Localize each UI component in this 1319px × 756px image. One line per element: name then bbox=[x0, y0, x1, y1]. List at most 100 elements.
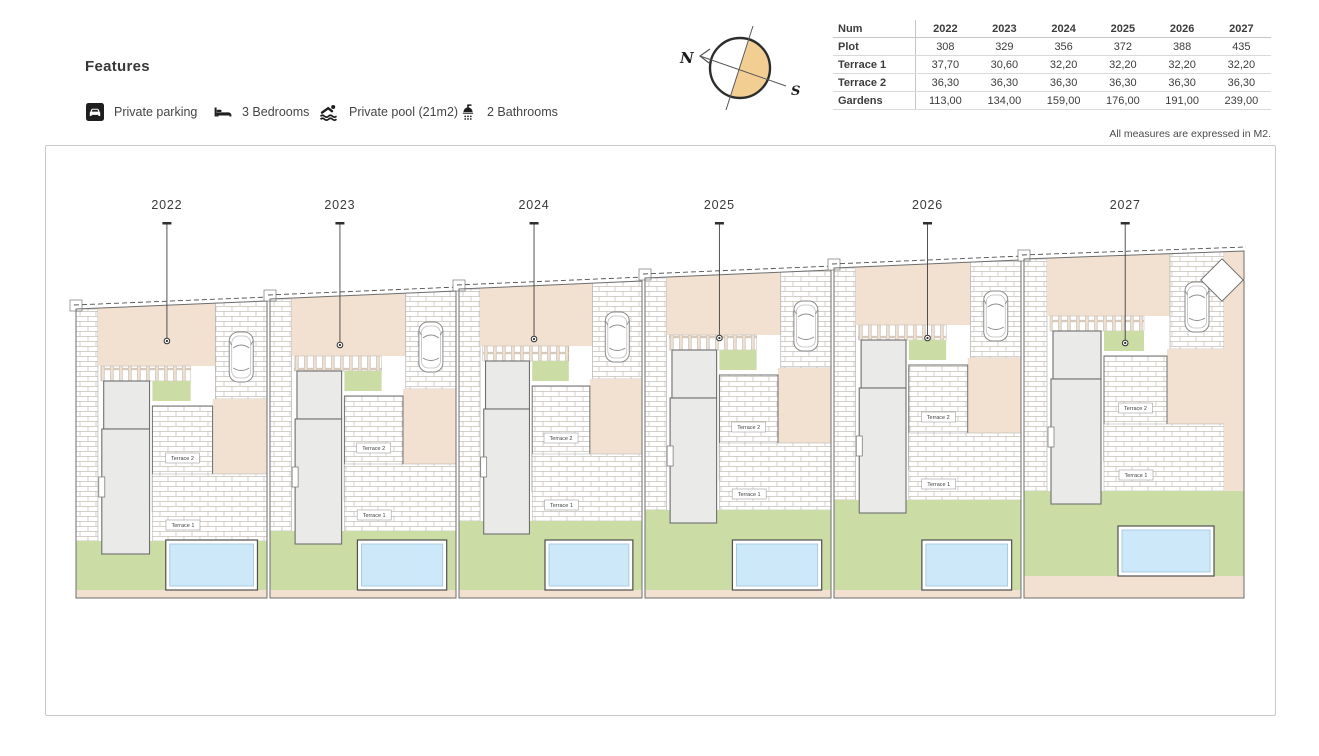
row-label-cell: Terrace 1 bbox=[833, 56, 916, 74]
plot-number-label: 2022 bbox=[151, 198, 182, 212]
plot: Terrace 2 Terrace 1 bbox=[639, 266, 833, 598]
compass-south-label: S bbox=[791, 84, 800, 99]
garden-strip bbox=[532, 361, 569, 381]
shower-icon bbox=[458, 102, 478, 122]
value-cell: 36,30 bbox=[1212, 74, 1271, 92]
plots-layer: Terrace 2 Terrace 1 Terrace 2 Terrace 1 Terr… bbox=[70, 247, 1246, 598]
terrace-1-label: Terrace 1 bbox=[171, 523, 194, 529]
feature-label: Private parking bbox=[114, 105, 197, 119]
value-cell: 32,20 bbox=[1093, 56, 1152, 74]
plot-number-label: 2027 bbox=[1110, 198, 1141, 212]
table-row: Num202220232024202520262027 bbox=[833, 20, 1271, 38]
value-cell: 388 bbox=[1153, 38, 1212, 56]
garden-strip bbox=[719, 350, 756, 370]
villa-footprint bbox=[486, 361, 530, 409]
villa-footprint bbox=[297, 371, 342, 419]
value-cell: 2022 bbox=[916, 20, 975, 38]
car-icon bbox=[419, 322, 443, 372]
value-cell: 159,00 bbox=[1034, 92, 1093, 110]
villa-footprint bbox=[859, 388, 906, 513]
value-cell: 2024 bbox=[1034, 20, 1093, 38]
pergola-slats bbox=[294, 356, 381, 371]
driveway bbox=[1047, 254, 1170, 316]
villa-footprint bbox=[102, 429, 150, 554]
feature-label: Private pool (21m2) bbox=[349, 105, 458, 119]
value-cell: 37,70 bbox=[916, 56, 975, 74]
terrace-2-label: Terrace 2 bbox=[737, 425, 760, 431]
driveway bbox=[856, 262, 971, 325]
terrace-1-label: Terrace 1 bbox=[738, 492, 761, 498]
value-cell: 36,30 bbox=[1034, 74, 1093, 92]
side-wall bbox=[645, 278, 666, 510]
feature-private-parking: Private parking bbox=[85, 102, 197, 122]
feature-bathrooms: 2 Bathrooms bbox=[458, 102, 558, 122]
villa-footprint bbox=[484, 409, 530, 534]
pergola-slats bbox=[483, 346, 569, 361]
compass: N S bbox=[655, 14, 815, 127]
villa-footprint bbox=[1053, 331, 1101, 379]
value-cell: 32,20 bbox=[1034, 56, 1093, 74]
features-title: Features bbox=[85, 58, 150, 75]
row-label-cell: Num bbox=[833, 20, 916, 38]
pergola-slats bbox=[669, 335, 756, 350]
value-cell: 2025 bbox=[1093, 20, 1152, 38]
plot: Terrace 2 Terrace 1 bbox=[1018, 247, 1246, 598]
table-row: Terrace 236,3036,3036,3036,3036,3036,30 bbox=[833, 74, 1271, 92]
villa-footprint bbox=[672, 350, 717, 398]
value-cell: 32,20 bbox=[1212, 56, 1271, 74]
villa-footprint bbox=[861, 340, 906, 388]
car-icon bbox=[1185, 282, 1209, 332]
pool bbox=[170, 544, 254, 586]
row-label-cell: Gardens bbox=[833, 92, 916, 110]
villa-footprint bbox=[1051, 379, 1101, 504]
value-cell: 134,00 bbox=[975, 92, 1034, 110]
value-cell: 36,30 bbox=[1153, 74, 1212, 92]
plot-number-label: 2026 bbox=[912, 198, 943, 212]
plot: Terrace 2Terrace 1 bbox=[264, 287, 458, 598]
terrace-2-label: Terrace 2 bbox=[1124, 406, 1147, 412]
plot-number-label: 2024 bbox=[519, 198, 550, 212]
terrace-1-label: Terrace 1 bbox=[363, 513, 386, 519]
value-cell: 36,30 bbox=[1093, 74, 1152, 92]
value-cell: 176,00 bbox=[1093, 92, 1152, 110]
site-plan-panel: Terrace 2 Terrace 1 Terrace 2 Terrace 1 Terr… bbox=[45, 145, 1276, 716]
measures-table: Num202220232024202520262027Plot308329356… bbox=[833, 20, 1271, 110]
driveway bbox=[291, 293, 405, 356]
side-wall bbox=[459, 289, 480, 521]
terrace-1-area bbox=[719, 443, 831, 510]
car-icon bbox=[605, 312, 629, 362]
terrace-1-label: Terrace 1 bbox=[1125, 473, 1148, 479]
pergola-slats bbox=[858, 325, 946, 340]
plot: Terrace 2Terrace 1 bbox=[453, 277, 644, 598]
villa-footprint bbox=[104, 381, 150, 429]
plot-number-label: 2025 bbox=[704, 198, 735, 212]
side-wall bbox=[834, 268, 856, 500]
value-cell: 30,60 bbox=[975, 56, 1034, 74]
value-cell: 308 bbox=[916, 38, 975, 56]
table-row: Terrace 137,7030,6032,2032,2032,2032,20 bbox=[833, 56, 1271, 74]
value-cell: 32,20 bbox=[1153, 56, 1212, 74]
value-cell: 435 bbox=[1212, 38, 1271, 56]
garden-strip bbox=[344, 371, 381, 391]
plot-number-label: 2023 bbox=[324, 198, 355, 212]
terrace-2-label: Terrace 2 bbox=[171, 456, 194, 462]
value-cell: 191,00 bbox=[1153, 92, 1212, 110]
row-label-cell: Plot bbox=[833, 38, 916, 56]
parking-icon bbox=[85, 102, 105, 122]
car-icon bbox=[984, 291, 1008, 341]
car-icon bbox=[229, 332, 253, 382]
value-cell: 36,30 bbox=[975, 74, 1034, 92]
terrace-1-area bbox=[152, 474, 267, 541]
plot: Terrace 2Terrace 1 bbox=[828, 256, 1023, 598]
value-cell: 2027 bbox=[1212, 20, 1271, 38]
side-wall bbox=[76, 309, 98, 541]
pergola-slats bbox=[101, 366, 191, 381]
measures-note: All measures are expressed in M2. bbox=[833, 128, 1271, 140]
feature-pool: Private pool (21m2) bbox=[318, 102, 458, 122]
terrace-1-area bbox=[344, 464, 456, 531]
feature-label: 2 Bathrooms bbox=[487, 105, 558, 119]
value-cell: 329 bbox=[975, 38, 1034, 56]
terrace-2-label: Terrace 2 bbox=[550, 436, 573, 442]
terrace-1-area bbox=[1104, 424, 1224, 491]
value-cell: 2023 bbox=[975, 20, 1034, 38]
